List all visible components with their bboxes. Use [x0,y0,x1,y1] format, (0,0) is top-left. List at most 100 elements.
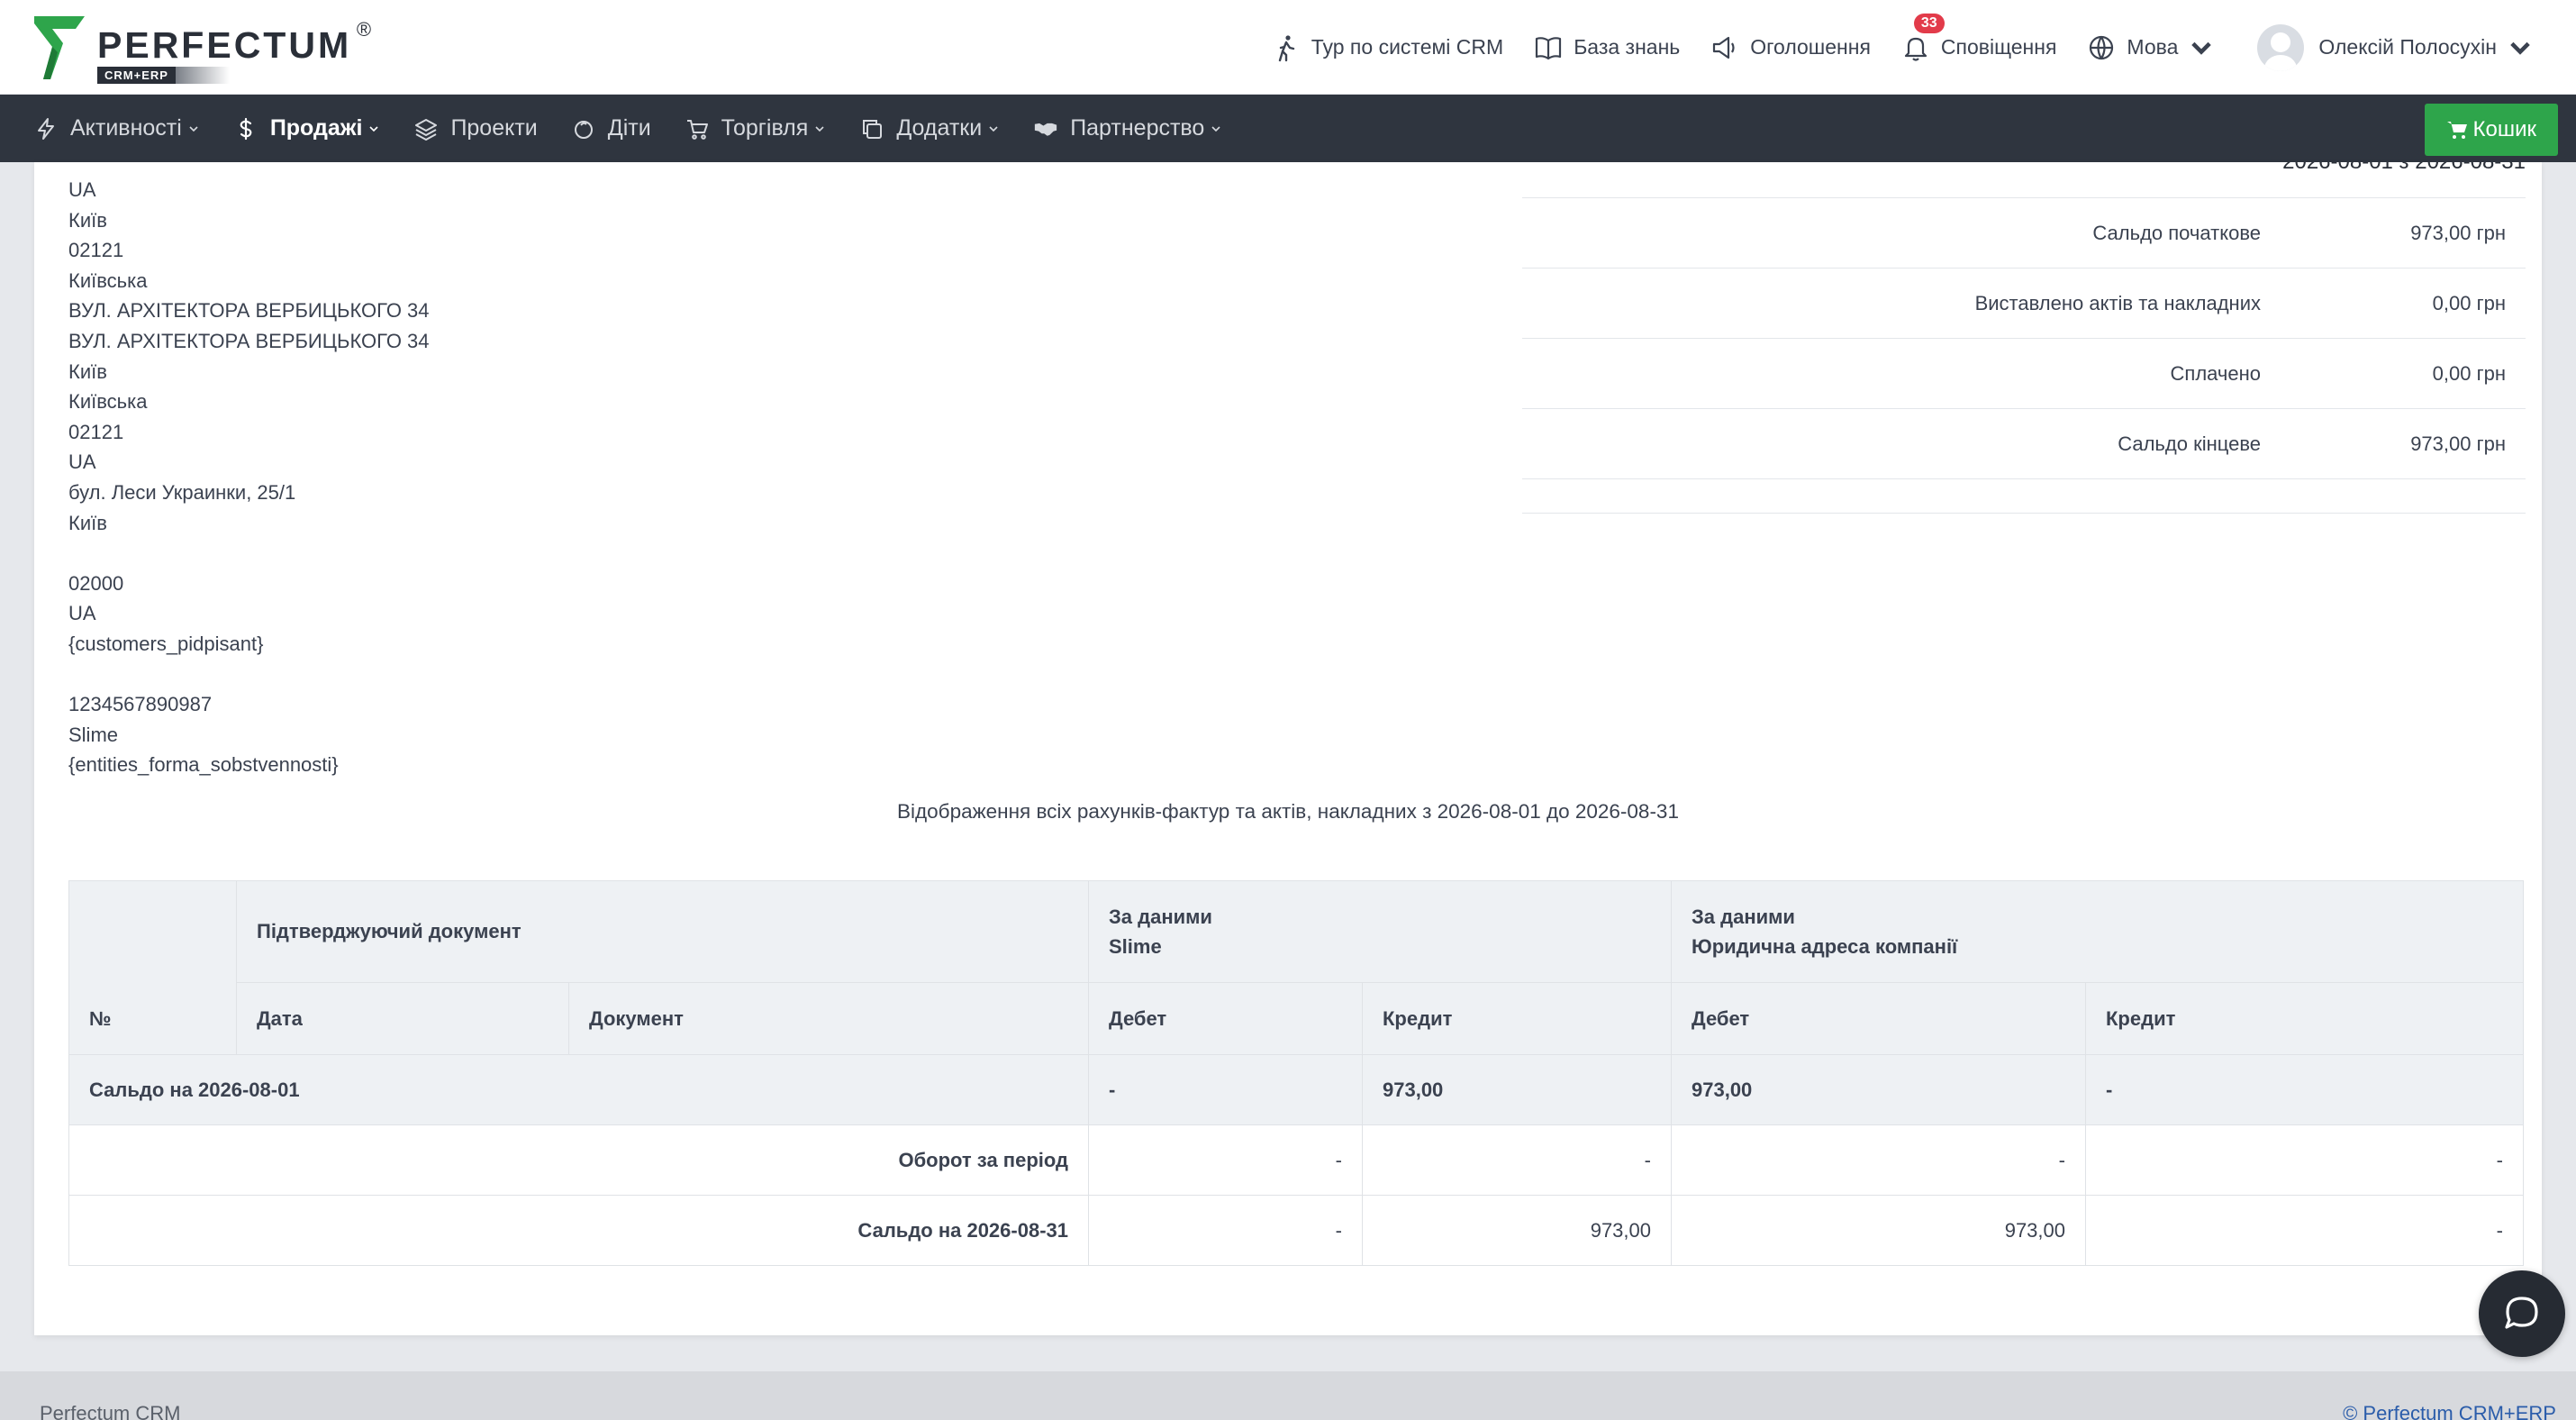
summary-label: Виставлено актів та накладних [1974,291,2261,314]
chat-bubble-icon [2505,1297,2538,1329]
summary-value: 0,00 грн [2432,361,2506,385]
avatar [2257,23,2305,71]
summary-period: 2026-08-01 з 2026-08-31 [1522,162,2526,198]
language-dropdown[interactable]: Мова [2087,33,2227,62]
turnover-label: Оборот за період [68,1124,1089,1196]
shopping-cart-icon [2446,122,2467,139]
chevron-down-icon [1211,125,1220,132]
notifications-label: Сповіщення [1940,35,2057,59]
notifications-count-badge: 33 [1913,13,1945,33]
chevron-down-icon [369,125,379,132]
user-name: Олексій Полосухін [2318,35,2497,59]
top-header: PERFECTUM CRM+ERP ® Тур по системі CRM Б… [0,0,2576,95]
menu-partnership-label: Партнерство [1070,115,1205,141]
knowledge-base-link[interactable]: База знань [1534,33,1680,62]
chevron-down-icon [189,125,198,132]
summary-value: 973,00 грн [2410,221,2506,244]
book-icon [1536,36,1562,59]
turnover-credit-1: - [1362,1124,1672,1196]
main-menu: Активності Продажі Проекти Діти Торгівля… [0,95,2576,162]
menu-partnership[interactable]: Партнерство [1034,115,1222,141]
menu-trade-label: Торгівля [721,115,809,141]
brand-name: PERFECTUM [97,24,352,66]
col-credit-2: Кредит [2085,982,2524,1055]
opening-debit-1: - [1088,1054,1363,1125]
opening-balance-label: Сальдо на 2026-08-01 [68,1054,1089,1125]
cart-button[interactable]: Кошик [2424,104,2558,156]
menu-sales[interactable]: Продажі [234,115,381,141]
col-number: № [68,880,237,1055]
closing-credit-2: - [2085,1195,2524,1266]
brand-logo[interactable]: PERFECTUM CRM+ERP ® [34,16,371,84]
turnover-credit-2: - [2085,1124,2524,1196]
address-line: бул. Леси Украинки, 25/1 [68,480,296,504]
col-debit-1: Дебет [1088,982,1363,1055]
chat-button[interactable] [2479,1270,2565,1357]
menu-activities-label: Активності [70,115,182,141]
summary-label: Сальдо кінцеве [2118,432,2261,455]
opening-credit-1: 973,00 [1362,1054,1672,1125]
closing-balance-label: Сальдо на 2026-08-31 [68,1195,1089,1266]
summary-label: Сальдо початкове [2092,221,2261,244]
table-row: Сальдо на 2026-08-31 - 973,00 973,00 - [68,1195,2524,1266]
address-line: UA [68,178,96,201]
footer-copyright-link[interactable]: © Perfectum CRM+ERP [2343,1402,2556,1420]
col-group-document: Підтверджуючий документ [236,880,1089,983]
address-line [68,660,430,690]
chevron-down-icon [2510,41,2530,55]
language-label: Мова [2127,35,2179,59]
notifications-link[interactable]: 33 Сповіщення [1901,13,2057,62]
menu-sales-label: Продажі [269,115,363,141]
shopping-cart-icon [686,119,708,140]
turnover-debit-2: - [1671,1124,2086,1196]
table-row: Сальдо на 2026-08-01 - 973,00 973,00 - [68,1054,2524,1125]
opening-credit-2: - [2085,1054,2524,1125]
summary-row: Сплачено 0,00 грн [1522,339,2526,409]
col-group-party-1: За даними Slime [1088,880,1672,983]
bell-icon [1904,37,1927,61]
menu-activities[interactable]: Активності [34,115,200,141]
address-line: Київ [68,360,107,383]
address-line: Київ [68,511,107,534]
col-credit-1: Кредит [1362,982,1672,1055]
menu-children[interactable]: Діти [572,115,651,141]
col-document: Документ [568,982,1089,1055]
statement-card: UA Київ 02121 Київська ВУЛ. АРХІТЕКТОРА … [34,162,2542,1335]
menu-addons[interactable]: Додатки [860,115,1000,141]
menu-trade[interactable]: Торгівля [685,115,827,141]
dollar-icon [240,117,252,140]
address-line: Київ [68,208,107,232]
menu-projects[interactable]: Проекти [414,115,538,141]
opening-debit-2: 973,00 [1671,1054,2086,1125]
address-line: 02121 [68,420,124,443]
globe-icon [2090,35,2114,59]
top-nav: Тур по системі CRM База знань Оголошення… [1272,0,2576,95]
summary-row: Сальдо початкове 973,00 грн [1522,198,2526,269]
reconciliation-table: № Підтверджуючий документ За даними Slim… [68,880,2524,1266]
address-line: {entities_forma_sobstvennosti} [68,753,339,777]
address-line: UA [68,451,96,474]
col-group-party-2-name: Юридична адреса компанії [1692,935,1958,958]
summary-divider [1522,479,2526,514]
chevron-down-icon [989,125,998,132]
address-line: ВУЛ. АРХІТЕКТОРА ВЕРБИЦЬКОГО 34 [68,299,430,323]
handshake-icon [1035,123,1057,136]
knowledge-base-label: База знань [1574,35,1681,59]
tour-link[interactable]: Тур по системі CRM [1272,33,1503,62]
col-group-party-1-title: За даними [1109,906,1212,928]
col-group-party-1-name: Slime [1109,935,1162,958]
cart-label: Кошик [2472,117,2537,141]
menu-children-label: Діти [607,115,651,141]
summary-row: Сальдо кінцеве 973,00 грн [1522,409,2526,479]
logo-mark-icon [34,16,85,79]
chevron-down-icon [2191,41,2212,55]
address-line: Київська [68,390,148,414]
col-group-party-2: За даними Юридична адреса компанії [1671,880,2524,983]
statement-caption: Відображення всіх рахунків-фактур та акт… [897,800,1679,823]
summary-value: 0,00 грн [2432,291,2506,314]
address-line: 02000 [68,571,124,595]
user-menu[interactable]: Олексій Полосухін [2257,23,2545,71]
summary-period-text: 2026-08-01 з 2026-08-31 [2282,162,2526,175]
col-date: Дата [236,982,569,1055]
announcements-link[interactable]: Оголошення [1710,33,1871,62]
